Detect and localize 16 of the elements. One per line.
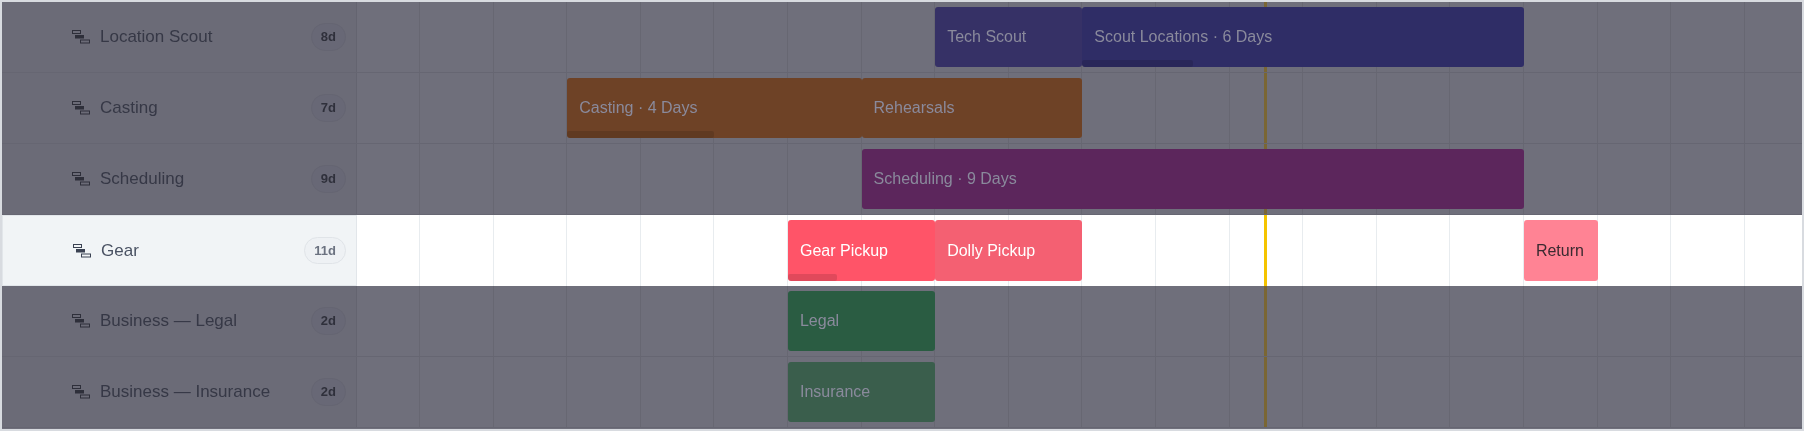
task-bar[interactable]: Return <box>1523 220 1598 281</box>
task-bar[interactable]: Casting · 4 Days <box>567 78 862 138</box>
task-bar[interactable]: Dolly Pickup <box>935 220 1083 281</box>
duration-badge: 2d <box>310 307 346 335</box>
task-bar[interactable]: Legal <box>787 291 936 351</box>
duration-badge: 9d <box>310 165 346 193</box>
task-bar[interactable]: Rehearsals <box>861 78 1083 138</box>
task-bar[interactable]: Gear Pickup <box>787 220 936 281</box>
duration-badge: 7d <box>310 94 346 122</box>
task-bar[interactable]: Insurance <box>787 362 936 422</box>
duration-badge: 11d <box>304 236 346 265</box>
row-header[interactable]: Gear 11d <box>2 215 357 286</box>
duration-badge: 8d <box>310 23 346 51</box>
task-bar[interactable]: Tech Scout <box>935 7 1083 67</box>
row-label: Gear <box>101 239 140 262</box>
duration-badge: 2d <box>310 378 346 406</box>
